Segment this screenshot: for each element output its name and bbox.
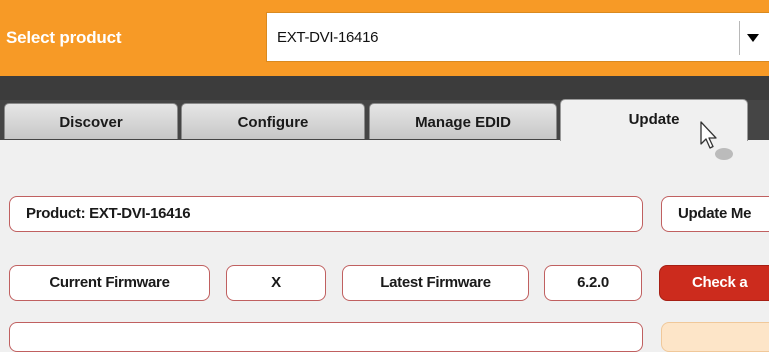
update-mode-button[interactable]: Update Me xyxy=(661,196,769,232)
product-info-field: Product: EXT-DVI-16416 xyxy=(9,196,643,232)
product-select-bar: Select product EXT-DVI-16416 xyxy=(0,0,769,76)
tab-configure[interactable]: Configure xyxy=(181,103,365,139)
check-updates-button[interactable]: Check a xyxy=(659,265,769,301)
current-firmware-value: X xyxy=(226,265,326,301)
latest-firmware-value: 6.2.0 xyxy=(544,265,642,301)
status-indicator xyxy=(661,322,769,352)
selected-product-value: EXT-DVI-16416 xyxy=(277,29,379,46)
select-product-label: Select product xyxy=(6,28,122,47)
dropdown-divider xyxy=(739,21,740,55)
chevron-down-icon[interactable] xyxy=(747,34,759,42)
product-dropdown[interactable]: EXT-DVI-16416 xyxy=(266,12,769,62)
tab-manage-edid[interactable]: Manage EDID xyxy=(369,103,557,139)
latest-firmware-label: Latest Firmware xyxy=(342,265,529,301)
current-firmware-label: Current Firmware xyxy=(9,265,210,301)
firmware-status-field xyxy=(9,322,643,352)
mouse-cursor-icon xyxy=(700,121,733,160)
header-divider-band xyxy=(0,76,769,100)
tab-discover[interactable]: Discover xyxy=(4,103,178,139)
